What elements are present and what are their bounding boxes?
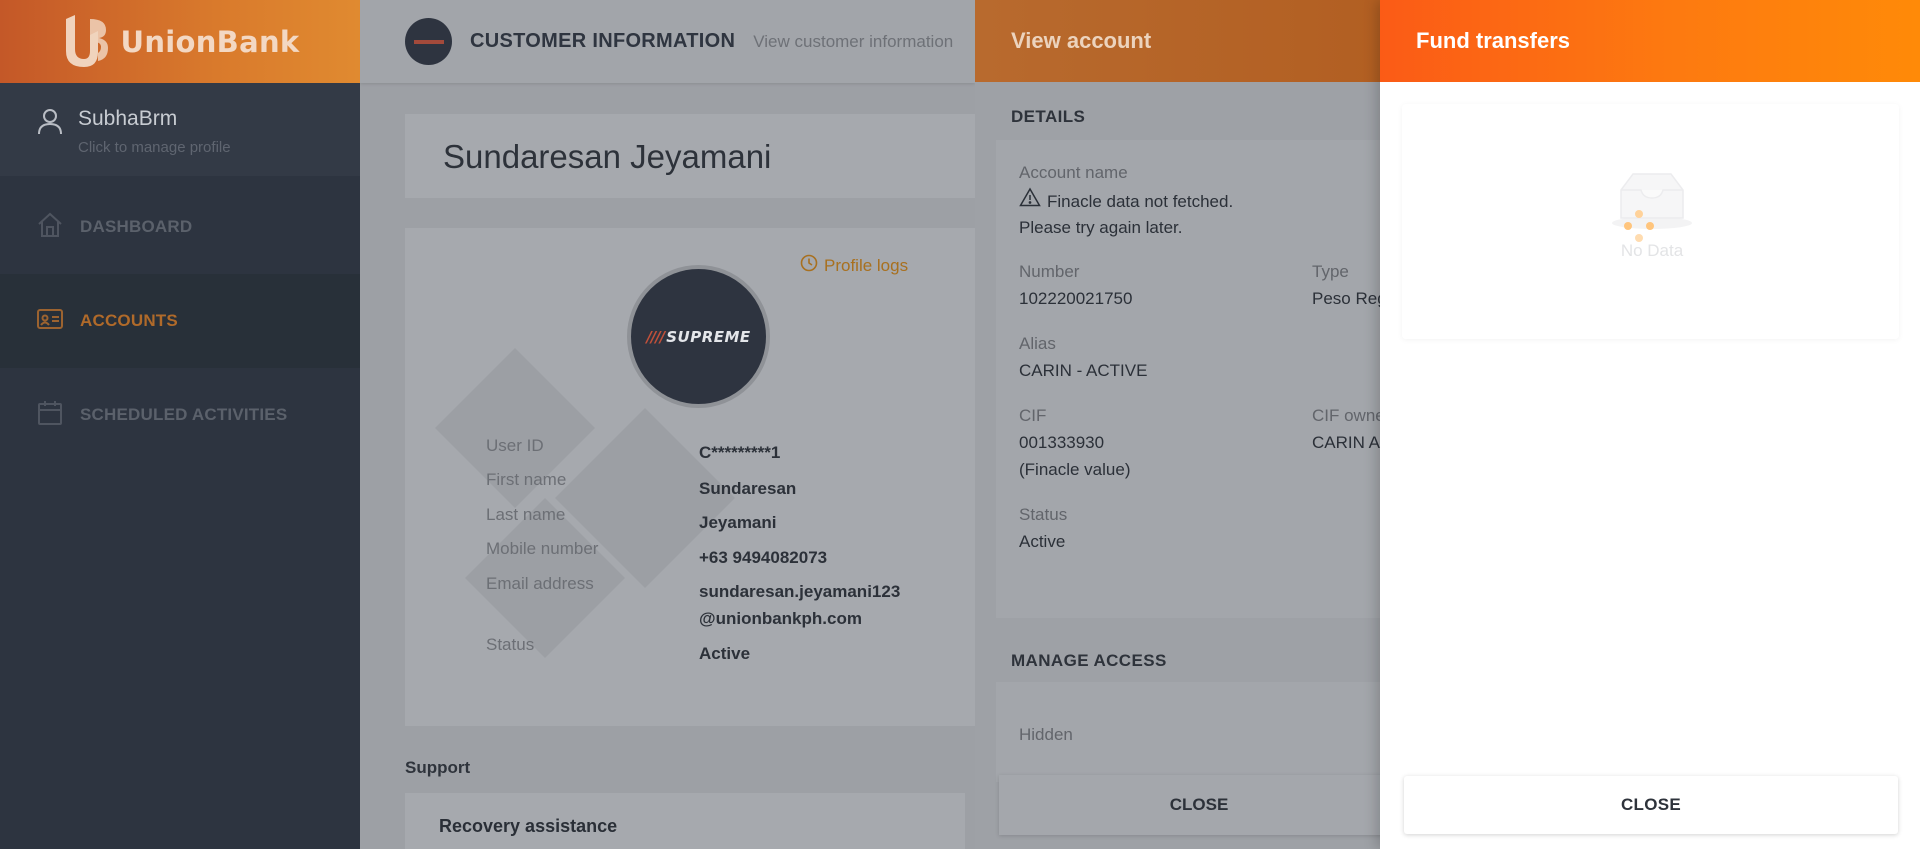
last-name-value: Jeyamani: [699, 513, 777, 532]
home-icon: [36, 211, 64, 244]
view-account-close-button[interactable]: CLOSE: [999, 775, 1380, 835]
recovery-assistance-title: Recovery assistance: [439, 816, 618, 836]
sidebar-item-label: ACCOUNTS: [80, 311, 178, 330]
type-label: Type: [1312, 262, 1349, 281]
status-value: Active: [699, 644, 751, 663]
user-icon: [36, 107, 64, 176]
manage-access-card: Hidden: [996, 682, 1380, 782]
user-id-value: C*********1: [699, 443, 781, 462]
customer-name-card: Sundaresan Jeyamani: [405, 114, 975, 198]
customer-avatar-small: [405, 18, 452, 65]
alias-value: CARIN - ACTIVE: [1019, 361, 1148, 380]
last-name-label: Last name: [486, 505, 566, 524]
profile-logs-link[interactable]: Profile logs: [800, 254, 908, 277]
profile-hint: Click to manage profile: [78, 139, 231, 156]
fund-transfers-content: No Data: [1402, 104, 1899, 339]
cif-note: (Finacle value): [1019, 460, 1131, 479]
recovery-assistance-card[interactable]: Recovery assistance: [405, 793, 965, 849]
sidebar-item-label: SCHEDULED ACTIVITIES: [80, 405, 288, 424]
clock-icon: [800, 254, 818, 277]
fund-transfers-title: Fund transfers: [1416, 28, 1571, 53]
page-header: CUSTOMER INFORMATION View customer infor…: [360, 0, 975, 83]
email-address-label: Email address: [486, 574, 594, 593]
warning-text-line-2: Please try again later.: [1019, 218, 1183, 237]
mobile-number-label: Mobile number: [486, 539, 599, 558]
brand-name: UnionBank: [120, 24, 300, 59]
sidebar-item-dashboard[interactable]: DASHBOARD: [0, 180, 360, 274]
details-card: Account name Finacle data not fetched. P…: [996, 140, 1380, 618]
support-title: Support: [405, 758, 471, 777]
page-subtitle: View customer information: [753, 31, 954, 51]
sidebar-item-accounts[interactable]: ACCOUNTS: [0, 274, 360, 368]
view-account-title: View account: [1011, 28, 1152, 53]
first-name-label: First name: [486, 470, 567, 489]
avatar-logo: ////SUPREME: [646, 327, 751, 346]
type-value: Peso Reg: [1312, 289, 1380, 308]
details-section-title: DETAILS: [1011, 107, 1086, 126]
view-account-panel: View account DETAILS Account name Finacl…: [975, 0, 1380, 849]
number-value: 102220021750: [1019, 289, 1133, 308]
cif-owner-label: CIF owne: [1312, 406, 1380, 425]
page-title: CUSTOMER INFORMATION: [470, 30, 736, 52]
profile-name: SubhaBrm: [78, 107, 178, 130]
sidebar: UnionBank SubhaBrm Click to manage profi…: [0, 0, 360, 849]
cif-label: CIF: [1019, 406, 1047, 425]
user-id-label: User ID: [486, 436, 544, 455]
sidebar-item-label: DASHBOARD: [80, 217, 193, 236]
cif-value: 001333930: [1019, 433, 1105, 452]
customer-information-page: CUSTOMER INFORMATION View customer infor…: [360, 0, 975, 849]
unionbank-logo-icon: [60, 14, 110, 69]
hidden-label: Hidden: [1019, 725, 1073, 744]
fund-transfers-close-button[interactable]: CLOSE: [1404, 776, 1898, 834]
account-name-warning: Finacle data not fetched.: [1019, 187, 1233, 215]
cif-owner-value: CARIN A: [1312, 433, 1380, 452]
email-address-domain: @unionbankph.com: [699, 609, 862, 628]
fund-transfers-panel: Fund transfers No Data CLOSE: [1380, 0, 1920, 849]
customer-avatar: ////SUPREME: [627, 265, 770, 408]
fund-transfers-header: Fund transfers: [1380, 0, 1920, 82]
calendar-icon: [36, 399, 64, 432]
brand-logo[interactable]: UnionBank: [0, 0, 360, 83]
number-label: Number: [1019, 262, 1080, 281]
sidebar-item-scheduled-activities[interactable]: SCHEDULED ACTIVITIES: [0, 368, 360, 462]
warning-icon: [1019, 187, 1041, 215]
status-value: Active: [1019, 532, 1066, 551]
profile-logs-label: Profile logs: [824, 255, 909, 275]
id-card-icon: [36, 307, 64, 336]
warning-text-line-1: Finacle data not fetched.: [1047, 191, 1234, 211]
loading-spinner-icon: [1624, 210, 1654, 242]
manage-access-section-title: MANAGE ACCESS: [1011, 651, 1167, 670]
mobile-number-value: +63 9494082073: [699, 548, 828, 567]
first-name-value: Sundaresan: [699, 479, 797, 498]
view-account-header: View account: [975, 0, 1380, 82]
account-name-label: Account name: [1019, 163, 1128, 182]
customer-name: Sundaresan Jeyamani: [443, 138, 772, 175]
status-label: Status: [486, 635, 535, 654]
email-address-value: sundaresan.jeyamani123: [699, 582, 901, 601]
alias-label: Alias: [1019, 334, 1056, 353]
status-label: Status: [1019, 505, 1068, 524]
profile-section[interactable]: SubhaBrm Click to manage profile: [0, 83, 360, 176]
